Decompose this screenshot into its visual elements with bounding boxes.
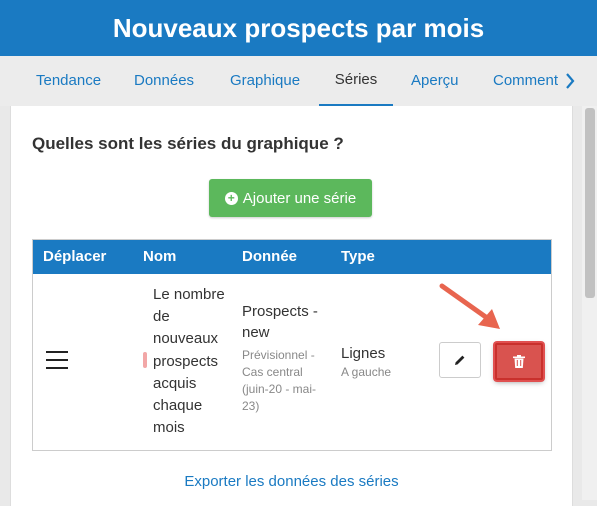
trash-icon xyxy=(513,355,525,368)
add-series-label: Ajouter une série xyxy=(242,189,357,207)
tab-comment[interactable]: Comment xyxy=(493,56,558,106)
plus-circle-icon: + xyxy=(224,191,238,205)
hamburger-icon[interactable] xyxy=(46,351,68,369)
chevron-right-icon xyxy=(566,73,575,89)
series-data-scenario: Prévisionnel - Cas central (juin-20 - ma… xyxy=(242,348,317,413)
column-header-name: Nom xyxy=(143,248,177,265)
series-color-marker xyxy=(143,352,147,368)
series-name: Le nombre de nouveaux prospects acquis c… xyxy=(153,286,225,437)
add-series-button[interactable]: + Ajouter une série xyxy=(209,179,372,217)
column-header-move: Déplacer xyxy=(43,248,107,265)
delete-series-button[interactable] xyxy=(495,343,543,380)
series-data-name: Prospects - new xyxy=(242,303,318,341)
edit-series-button[interactable] xyxy=(439,342,481,378)
series-table: Déplacer Nom Donnée Type Le nombre de no… xyxy=(32,239,552,451)
tab-donnees[interactable]: Données xyxy=(134,56,194,106)
tab-series[interactable]: Séries xyxy=(319,56,393,107)
section-question: Quelles sont les séries du graphique ? xyxy=(32,134,344,153)
table-header: Déplacer Nom Donnée Type xyxy=(33,240,551,274)
annotation-arrow xyxy=(439,283,500,329)
scrollbar[interactable] xyxy=(582,106,597,500)
column-header-type: Type xyxy=(341,248,375,265)
series-axis: A gauche xyxy=(341,365,392,379)
tab-apercu[interactable]: Aperçu xyxy=(411,56,459,106)
scrollbar-thumb[interactable] xyxy=(585,108,595,298)
column-header-data: Donnée xyxy=(242,248,298,265)
tab-tendance[interactable]: Tendance xyxy=(36,56,101,106)
series-type: Lignes xyxy=(341,345,386,362)
export-series-link[interactable]: Exporter les données des séries xyxy=(11,473,572,490)
pencil-icon xyxy=(455,355,465,365)
page-header: Nouveaux prospects par mois xyxy=(0,0,597,56)
page-title: Nouveaux prospects par mois xyxy=(112,12,485,43)
tabs-next-button[interactable] xyxy=(562,56,578,106)
tab-bar: Tendance Données Graphique Séries Aperçu… xyxy=(0,56,597,107)
tab-graphique[interactable]: Graphique xyxy=(230,56,300,106)
